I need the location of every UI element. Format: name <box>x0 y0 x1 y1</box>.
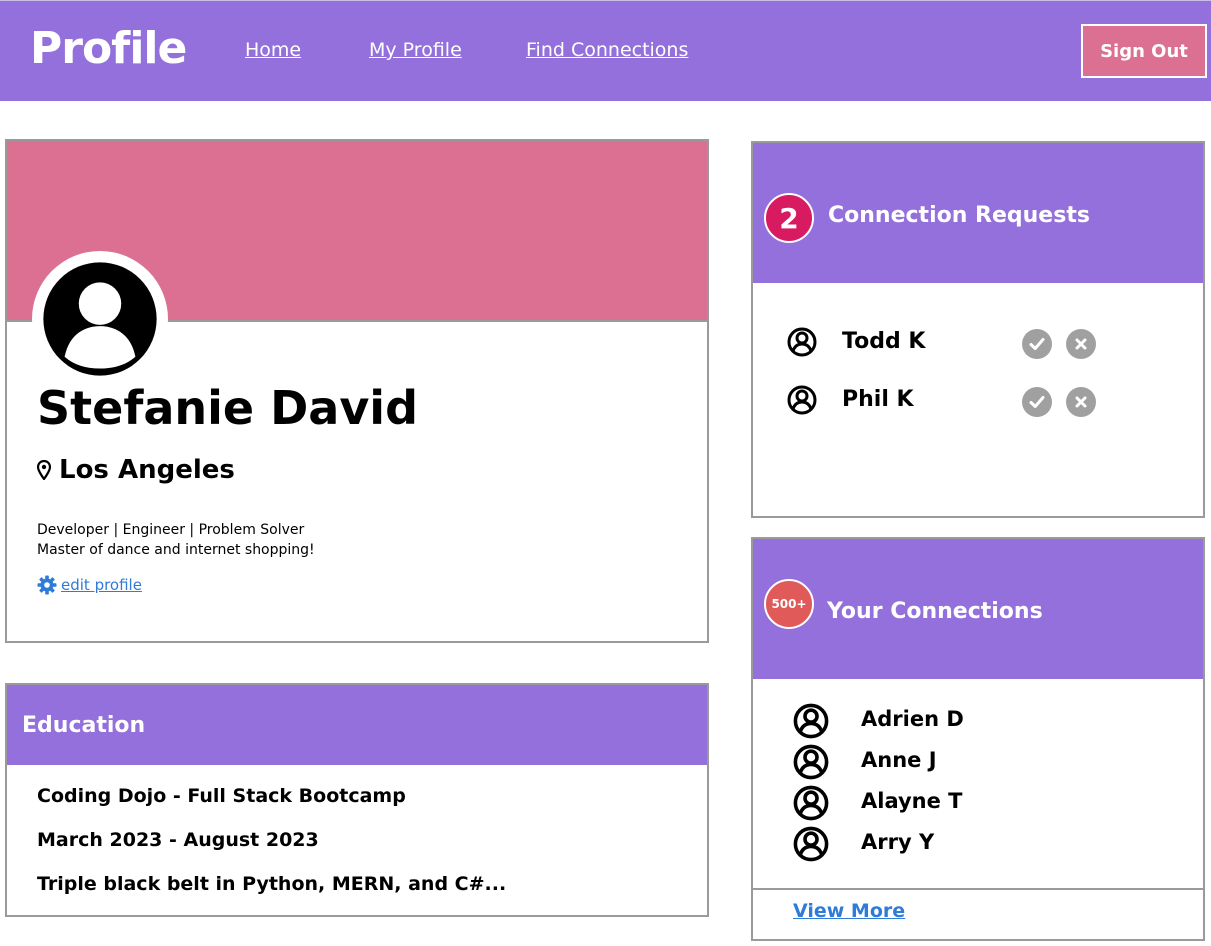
connection-name: Alayne T <box>861 789 963 813</box>
edit-profile-label: edit profile <box>61 576 142 594</box>
education-card: Education Coding Dojo - Full Stack Bootc… <box>5 683 709 917</box>
bio-line: Master of dance and internet shopping! <box>37 542 315 558</box>
education-title: Education <box>7 685 707 765</box>
connections-footer: View More <box>753 888 1203 943</box>
user-avatar-icon <box>43 262 157 376</box>
check-icon <box>1029 338 1045 350</box>
education-description: Triple black belt in Python, MERN, and C… <box>37 873 507 895</box>
request-row: Todd K <box>787 327 1117 359</box>
user-avatar-icon <box>787 327 817 357</box>
brand-title: Profile <box>30 23 187 74</box>
decline-request-button[interactable] <box>1066 329 1096 359</box>
connections-header: 500+ Your Connections <box>753 539 1203 679</box>
location-text: Los Angeles <box>59 455 235 485</box>
education-school: Coding Dojo - Full Stack Bootcamp <box>37 785 406 807</box>
connection-row[interactable]: Alayne T <box>793 785 1093 823</box>
user-avatar-icon <box>793 826 829 862</box>
decline-request-button[interactable] <box>1066 387 1096 417</box>
profile-card: Stefanie David Los Angeles Developer | E… <box>5 139 709 643</box>
user-avatar-icon <box>793 703 829 739</box>
connection-row[interactable]: Anne J <box>793 744 1093 782</box>
requests-header: 2 Connection Requests <box>753 143 1203 283</box>
nav-my-profile-link[interactable]: My Profile <box>369 39 462 61</box>
connection-requests-card: 2 Connection Requests Todd K Phil K <box>751 141 1205 518</box>
connection-name: Anne J <box>861 748 937 772</box>
connections-title: Your Connections <box>827 599 1043 624</box>
close-icon <box>1075 396 1087 408</box>
close-icon <box>1075 338 1087 350</box>
request-row: Phil K <box>787 385 1117 417</box>
user-avatar-icon <box>793 744 829 780</box>
sign-out-button[interactable]: Sign Out <box>1081 24 1207 78</box>
check-icon <box>1029 396 1045 408</box>
nav-home-link[interactable]: Home <box>245 39 301 61</box>
gear-icon <box>37 575 57 595</box>
edit-profile-link[interactable]: edit profile <box>37 575 142 595</box>
profile-bio: Developer | Engineer | Problem Solver Ma… <box>37 520 315 560</box>
connections-card: 500+ Your Connections Adrien D Anne J Al… <box>751 537 1205 941</box>
view-more-link[interactable]: View More <box>793 900 905 922</box>
request-name: Phil K <box>842 387 914 412</box>
nav-find-connections-link[interactable]: Find Connections <box>526 39 688 61</box>
profile-location: Los Angeles <box>37 455 235 485</box>
connection-name: Adrien D <box>861 707 964 731</box>
connection-row[interactable]: Adrien D <box>793 703 1093 741</box>
bio-line: Developer | Engineer | Problem Solver <box>37 522 305 538</box>
education-dates: March 2023 - August 2023 <box>37 829 319 851</box>
request-name: Todd K <box>842 329 926 354</box>
connection-name: Arry Y <box>861 830 935 854</box>
user-avatar-icon <box>793 785 829 821</box>
avatar <box>32 251 168 387</box>
map-pin-icon <box>37 460 51 480</box>
connection-row[interactable]: Arry Y <box>793 826 1093 864</box>
connections-count-badge: 500+ <box>764 579 814 629</box>
top-navbar: Profile Home My Profile Find Connections… <box>0 0 1211 101</box>
requests-title: Connection Requests <box>828 203 1090 228</box>
accept-request-button[interactable] <box>1022 329 1052 359</box>
user-avatar-icon <box>787 385 817 415</box>
accept-request-button[interactable] <box>1022 387 1052 417</box>
requests-count-badge: 2 <box>764 193 814 243</box>
profile-name: Stefanie David <box>37 381 419 435</box>
